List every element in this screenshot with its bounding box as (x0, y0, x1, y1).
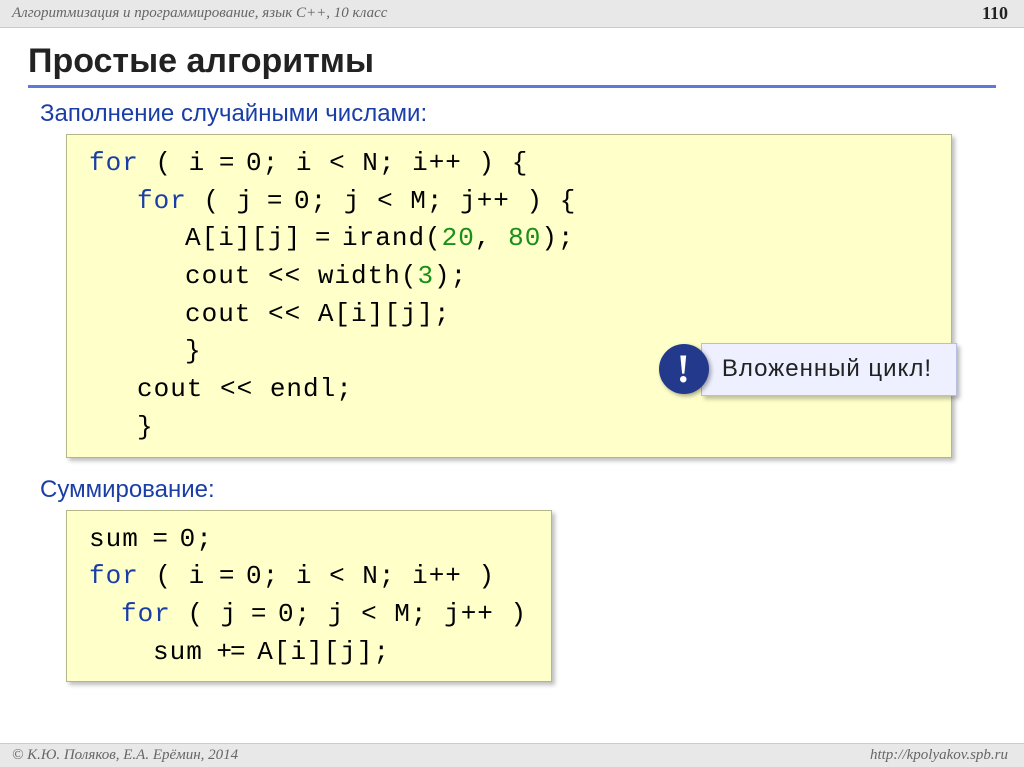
footer-url: http://kpolyakov.spb.ru (870, 747, 1008, 764)
section2-label: Суммирование: (40, 476, 996, 504)
header-bar: Алгоритмизация и программирование, язык … (0, 0, 1024, 28)
code-box-fill-random: for ( i = 0; i < N; i++ ) { for ( j = 0;… (66, 134, 952, 458)
page-title: Простые алгоритмы (28, 42, 996, 81)
code-line: sum = 0; (89, 521, 529, 559)
page-number: 110 (982, 3, 1008, 24)
title-underline (28, 85, 996, 88)
breadcrumb: Алгоритмизация и программирование, язык … (12, 5, 387, 22)
code-box-summation: sum = 0; for ( i = 0; i < N; i++ ) for (… (66, 510, 552, 683)
code-line: cout << A[i][j]; (89, 296, 929, 334)
main-content: Простые алгоритмы Заполнение случайными … (0, 28, 1024, 682)
code-line: for ( i = 0; i < N; i++ ) { (89, 145, 929, 183)
exclamation-icon: ! (659, 344, 709, 394)
footer-copyright: © К.Ю. Поляков, Е.А. Ерёмин, 2014 (12, 747, 238, 764)
callout-text: Вложенный цикл! (701, 343, 957, 396)
code-line: cout << width(3); (89, 258, 929, 296)
code-line: } (89, 409, 929, 447)
callout-nested-loop: ! Вложенный цикл! (659, 343, 957, 396)
code-line: for ( j = 0; j < M; j++ ) (89, 596, 529, 634)
code-line: A[i][j] = irand(20, 80); (89, 220, 929, 258)
footer-bar: © К.Ю. Поляков, Е.А. Ерёмин, 2014 http:/… (0, 743, 1024, 767)
code-line: sum += A[i][j]; (89, 634, 529, 672)
code-line: for ( j = 0; j < M; j++ ) { (89, 183, 929, 221)
section1-label: Заполнение случайными числами: (40, 100, 996, 128)
code-line: for ( i = 0; i < N; i++ ) (89, 558, 529, 596)
